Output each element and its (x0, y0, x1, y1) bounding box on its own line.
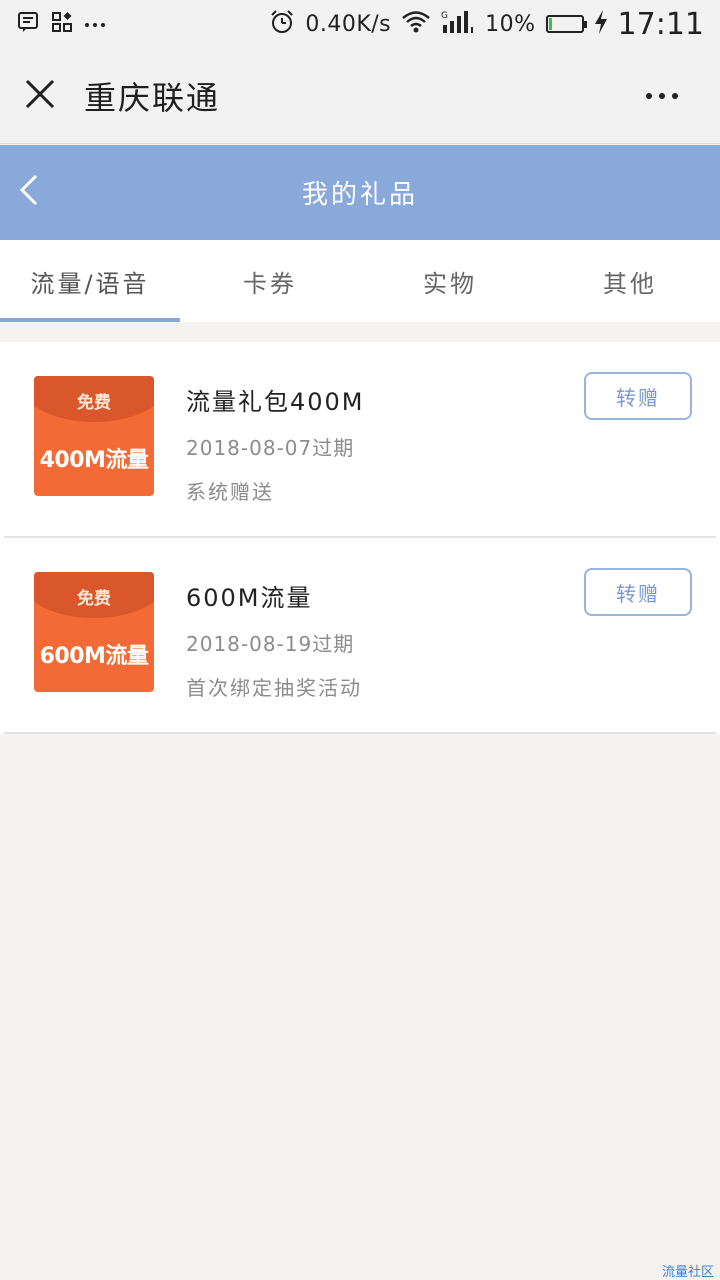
status-bar: 0.40K/s G 10% 17:11 (0, 0, 720, 48)
alarm-icon (269, 9, 295, 39)
battery-icon (545, 15, 587, 33)
tab-data-voice[interactable]: 流量/语音 (0, 240, 180, 322)
tab-coupons[interactable]: 卡券 (180, 240, 360, 322)
status-left (16, 10, 106, 38)
transfer-gift-button[interactable]: 转赠 (584, 568, 692, 616)
battery-level (548, 18, 552, 30)
gift-source: 首次绑定抽奖活动 (186, 676, 362, 700)
net-speed: 0.40K/s (305, 11, 392, 37)
more-dots-icon (646, 93, 652, 99)
more-dot (659, 93, 665, 99)
tab-bar: 流量/语音 卡券 实物 其他 (0, 240, 720, 322)
more-options-button[interactable] (634, 78, 690, 114)
close-icon (25, 79, 55, 113)
battery-percent: 10% (485, 11, 536, 37)
badge-amount: 600M流量 (39, 644, 149, 669)
gift-expiry: 2018-08-07过期 (186, 436, 355, 460)
message-icon (16, 10, 40, 38)
app-grid-icon (50, 10, 74, 38)
gift-expiry: 2018-08-19过期 (186, 632, 355, 656)
charging-icon (594, 9, 608, 39)
gift-title: 流量礼包400M (186, 388, 365, 416)
wifi-icon (401, 10, 431, 38)
signal-icon: G (441, 9, 475, 39)
app-title: 重庆联通 (84, 78, 221, 117)
page-header: 我的礼品 (0, 145, 720, 240)
list-item: 免费 400M流量 流量礼包400M 2018-08-07过期 系统赠送 转赠 (4, 342, 716, 538)
list-item: 免费 600M流量 600M流量 2018-08-19过期 首次绑定抽奖活动 转… (4, 538, 716, 734)
gift-title: 600M流量 (186, 584, 313, 612)
back-button[interactable] (18, 170, 58, 214)
clock: 17:11 (617, 6, 704, 42)
badge-free-label: 免费 (77, 589, 111, 609)
app-title-bar: 重庆联通 (0, 48, 720, 144)
badge-free-label: 免费 (77, 393, 111, 413)
close-button[interactable] (0, 48, 80, 144)
gift-badge: 免费 600M流量 (34, 572, 154, 692)
tab-physical[interactable]: 实物 (360, 240, 540, 322)
badge-amount: 400M流量 (39, 448, 149, 473)
status-right: 0.40K/s G 10% 17:11 (269, 7, 704, 42)
more-notifications-icon (84, 15, 106, 34)
transfer-gift-button[interactable]: 转赠 (584, 372, 692, 420)
gift-list: 免费 400M流量 流量礼包400M 2018-08-07过期 系统赠送 转赠 … (0, 342, 720, 734)
tab-other[interactable]: 其他 (540, 240, 720, 322)
svg-text:G: G (441, 11, 448, 21)
page-title: 我的礼品 (301, 180, 418, 210)
watermark: 流量社区 (661, 1265, 714, 1280)
more-dot (672, 93, 678, 99)
gift-source: 系统赠送 (186, 480, 274, 504)
chevron-left-icon (18, 173, 40, 211)
gift-badge: 免费 400M流量 (34, 376, 154, 496)
